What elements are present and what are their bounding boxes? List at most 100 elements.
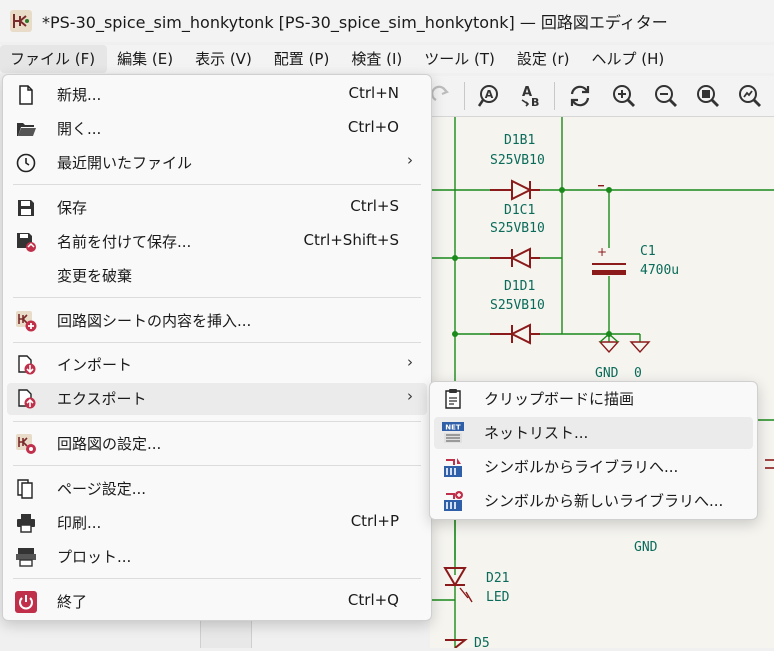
menu-separator: [13, 465, 421, 466]
menu-help[interactable]: ヘルプ (H): [582, 45, 677, 73]
file-open-item[interactable]: 開く... Ctrl+O: [7, 113, 427, 145]
ref-d21: D21: [486, 571, 510, 586]
svg-text:A: A: [485, 88, 494, 101]
file-exit-shortcut: Ctrl+Q: [347, 591, 399, 609]
file-import-item[interactable]: インポート ›: [7, 349, 427, 381]
file-open-shortcut: Ctrl+O: [347, 118, 399, 136]
menu-preferences[interactable]: 設定 (r): [507, 45, 582, 73]
ref-d1d1: D1D1: [504, 279, 536, 294]
file-revert-label: 変更を破棄: [57, 267, 133, 285]
menu-tools[interactable]: ツール (T): [414, 45, 507, 73]
file-import-label: インポート: [57, 356, 133, 374]
export-netlist-label: ネットリスト...: [484, 424, 589, 442]
svg-text:+: +: [597, 245, 607, 259]
open-folder-icon: [17, 123, 36, 136]
export-symbols-to-new-library-item[interactable]: シンボルから新しいライブラリへ...: [434, 485, 753, 517]
node-zero-label: 0: [634, 366, 642, 381]
chevron-right-icon: ›: [407, 353, 413, 371]
file-page-setup-label: ページ設定...: [57, 480, 147, 498]
svg-text:B: B: [531, 96, 539, 109]
file-save-as-shortcut: Ctrl+Shift+S: [303, 231, 399, 249]
file-export-label: エクスポート: [57, 390, 147, 408]
ref-d5: D5: [474, 636, 490, 651]
menu-separator: [13, 421, 421, 422]
export-clipboard-item[interactable]: クリップボードに描画: [434, 383, 753, 415]
value-d21: LED: [486, 590, 510, 605]
find-replace-icon[interactable]: A B: [516, 82, 544, 110]
print-icon: [17, 514, 35, 533]
ref-d1b1: D1B1: [504, 133, 536, 148]
menu-place[interactable]: 配置 (P): [264, 45, 342, 73]
value-d1b1: S25VB10: [490, 153, 545, 168]
menu-file[interactable]: ファイル (F): [0, 45, 108, 73]
gnd-label-2: GND: [634, 540, 658, 555]
clock-icon: [16, 153, 36, 173]
gnd-label: GND: [595, 366, 619, 381]
main-toolbar: A A B: [430, 76, 774, 117]
plot-icon: [16, 548, 36, 567]
export-symbols-to-new-library-label: シンボルから新しいライブラリへ...: [484, 492, 724, 510]
clipboard-icon: [445, 389, 461, 409]
file-save-label: 保存: [57, 199, 88, 217]
toolbar-separator: [464, 82, 465, 110]
chevron-right-icon: ›: [407, 387, 413, 405]
file-exit-item[interactable]: 終了 Ctrl+Q: [7, 586, 427, 618]
toolbar-separator: [554, 82, 555, 110]
file-insert-sheet-item[interactable]: 回路図シートの内容を挿入...: [7, 305, 427, 337]
file-menu-popup: 新規... Ctrl+N 開く... Ctrl+O 最近開いたファイル › 保存…: [2, 74, 432, 621]
file-schematic-setup-label: 回路図の設定...: [57, 435, 162, 453]
new-file-icon: [19, 85, 33, 105]
file-save-as-item[interactable]: 名前を付けて保存... Ctrl+Shift+S: [7, 226, 427, 258]
file-new-label: 新規...: [57, 86, 102, 104]
zoom-area-icon[interactable]: [736, 82, 764, 110]
file-recent-item[interactable]: 最近開いたファイル ›: [7, 147, 427, 179]
insert-sheet-icon: [16, 311, 37, 332]
export-netlist-item[interactable]: NET ネットリスト...: [434, 417, 753, 449]
power-icon: [15, 591, 37, 613]
export-clipboard-label: クリップボードに描画: [484, 390, 635, 408]
save-as-icon: [17, 233, 36, 252]
export-icon: [18, 389, 36, 409]
symbol-new-library-icon: [444, 491, 463, 511]
netlist-icon: NET: [442, 422, 464, 443]
menu-separator: [13, 578, 421, 579]
file-print-shortcut: Ctrl+P: [350, 512, 399, 530]
file-export-item[interactable]: エクスポート ›: [7, 383, 427, 415]
refresh-icon[interactable]: [566, 82, 594, 110]
menu-bar: ファイル (F) 編集 (E) 表示 (V) 配置 (P) 検査 (I) ツール…: [0, 45, 774, 73]
value-d1d1: S25VB10: [490, 298, 545, 313]
file-schematic-setup-item[interactable]: 回路図の設定...: [7, 428, 427, 460]
page-setup-icon: [17, 479, 33, 499]
file-revert-item[interactable]: 変更を破棄: [7, 260, 427, 292]
import-icon: [18, 355, 36, 375]
file-plot-item[interactable]: プロット...: [7, 541, 427, 573]
symbol-library-icon: [444, 458, 462, 477]
file-plot-label: プロット...: [57, 548, 132, 566]
file-open-label: 開く...: [57, 120, 102, 138]
file-new-shortcut: Ctrl+N: [348, 84, 399, 102]
file-new-item[interactable]: 新規... Ctrl+N: [7, 79, 427, 111]
menu-separator: [13, 297, 421, 298]
file-print-label: 印刷...: [57, 514, 102, 532]
find-icon[interactable]: A: [476, 82, 504, 110]
export-symbols-to-library-label: シンボルからライブラリへ...: [484, 458, 679, 476]
file-save-as-label: 名前を付けて保存...: [57, 233, 192, 251]
export-symbols-to-library-item[interactable]: シンボルからライブラリへ...: [434, 451, 753, 483]
zoom-fit-icon[interactable]: [694, 82, 722, 110]
file-save-item[interactable]: 保存 Ctrl+S: [7, 192, 427, 224]
menu-edit[interactable]: 編集 (E): [107, 45, 185, 73]
netlist-badge-text: NET: [445, 424, 461, 432]
menu-view[interactable]: 表示 (V): [185, 45, 264, 73]
menu-inspect[interactable]: 検査 (I): [341, 45, 414, 73]
zoom-in-icon[interactable]: [610, 82, 638, 110]
redo-icon[interactable]: [428, 82, 456, 110]
menu-separator: [13, 184, 421, 185]
chevron-right-icon: ›: [407, 151, 413, 169]
zoom-out-icon[interactable]: [652, 82, 680, 110]
eeschema-logo-icon: [10, 10, 32, 32]
file-page-setup-item[interactable]: ページ設定...: [7, 473, 427, 505]
ref-d1c1: D1C1: [504, 203, 536, 218]
file-print-item[interactable]: 印刷... Ctrl+P: [7, 507, 427, 539]
title-bar: *PS-30_spice_sim_honkytonk [PS-30_spice_…: [0, 0, 774, 42]
value-c1: 4700u: [640, 263, 680, 278]
